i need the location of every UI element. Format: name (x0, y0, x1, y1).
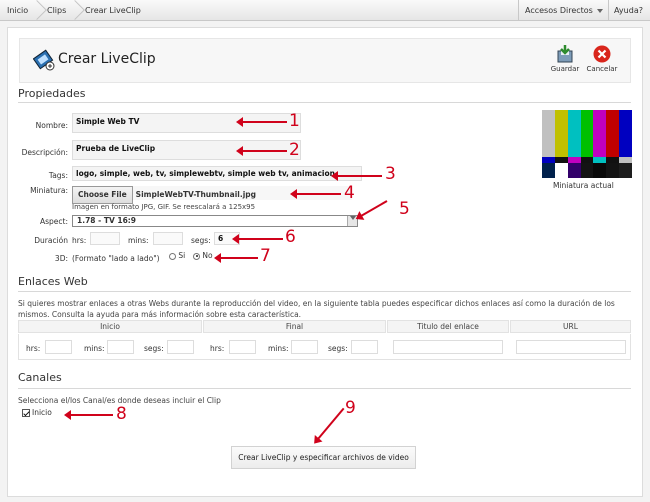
divider (518, 0, 519, 21)
thumbnail-preview (542, 110, 633, 178)
channel-inicio-label: Inicio (32, 408, 52, 417)
top-bar: Inicio Clips Crear LiveClip Accesos Dire… (0, 0, 650, 21)
section-canales: Canales (18, 371, 62, 384)
shortcuts-label: Accesos Directos (525, 6, 593, 15)
aspect-label: Aspect: (39, 217, 68, 226)
segs-label: segs: (191, 236, 211, 245)
col-end: Final (203, 320, 386, 333)
radio-si[interactable]: Si (169, 251, 185, 260)
mins-label: mins: (128, 236, 149, 245)
cancel-icon (593, 45, 611, 63)
help-link[interactable]: Ayuda? (614, 0, 643, 21)
chevron-down-icon (596, 8, 603, 13)
breadcrumb-separator (34, 0, 42, 21)
callout-arrow (290, 189, 341, 199)
divider (18, 388, 631, 389)
radio-no[interactable]: No (193, 251, 213, 260)
col-url: URL (510, 320, 631, 333)
col-start: Inicio (18, 320, 202, 333)
row-mins-label: mins: (268, 344, 289, 353)
file-name: SimpleWebTV-Thumbnail.jpg (135, 190, 257, 199)
duration-label: Duración (34, 236, 68, 245)
three-d-label: 3D: (54, 254, 68, 263)
start-hrs-input[interactable] (45, 340, 72, 354)
callout-number: 8 (116, 404, 127, 424)
mins-input[interactable] (153, 232, 183, 245)
callout-number: 4 (344, 183, 355, 203)
section-enlaces-web: Enlaces Web (18, 275, 88, 288)
callout-arrow (232, 234, 283, 244)
name-field[interactable]: Simple Web TV (72, 113, 301, 133)
thumbnail-caption: Miniatura actual (553, 181, 614, 190)
hrs-label: hrs: (72, 236, 87, 245)
tags-field[interactable]: logo, simple, web, tv, simplewebtv, simp… (72, 166, 362, 181)
callout-number: 5 (399, 199, 410, 219)
callout-number: 1 (289, 111, 300, 131)
film-clip-icon (33, 49, 55, 71)
save-label: Guardar (550, 65, 580, 73)
callout-number: 6 (285, 227, 296, 247)
thumbnail-label: Miniatura: (30, 186, 68, 195)
row-mins-label: mins: (84, 344, 105, 353)
breadcrumb-inicio[interactable]: Inicio (7, 0, 28, 21)
cancel-label: Cancelar (586, 65, 618, 73)
divider (608, 0, 609, 21)
three-d-hint: (Formato "lado a lado") (72, 254, 160, 263)
shortcuts-menu[interactable]: Accesos Directos (525, 0, 603, 21)
section-propiedades: Propiedades (18, 87, 86, 100)
cancel-button[interactable]: Cancelar (584, 45, 620, 73)
links-description: Si quieres mostrar enlaces a otras Webs … (18, 299, 615, 319)
callout-arrow (236, 146, 287, 156)
breadcrumb-clips[interactable]: Clips (47, 0, 66, 21)
callout-number: 2 (289, 140, 300, 160)
end-segs-input[interactable] (351, 340, 378, 354)
callout-arrow (64, 410, 113, 420)
radio-selected-icon (193, 252, 200, 260)
channel-inicio-checkbox[interactable]: Inicio (22, 408, 52, 417)
breadcrumb-separator (72, 0, 80, 21)
col-link-title: Titulo del enlace (387, 320, 509, 333)
save-icon (557, 45, 573, 63)
aspect-select[interactable]: 1.78 - TV 16:9 (72, 215, 358, 227)
start-mins-input[interactable] (107, 340, 134, 354)
callout-number: 7 (260, 246, 271, 266)
radio-no-label: No (202, 251, 213, 260)
divider (18, 102, 631, 103)
page-title: Crear LiveClip (58, 51, 156, 67)
callout-number: 9 (345, 398, 356, 418)
checkbox-checked-icon (22, 409, 30, 417)
name-label: Nombre: (35, 121, 68, 130)
create-liveclip-button[interactable]: Crear LiveClip y especificar archivos de… (231, 446, 416, 469)
url-input[interactable] (516, 340, 626, 354)
radio-icon (169, 252, 176, 260)
breadcrumb-current: Crear LiveClip (85, 6, 141, 15)
end-mins-input[interactable] (291, 340, 318, 354)
description-label: Descripción: (21, 148, 68, 157)
choose-file-button[interactable]: Choose File (72, 186, 133, 204)
link-title-input[interactable] (393, 340, 503, 354)
row-hrs-label: hrs: (210, 344, 225, 353)
save-button[interactable]: Guardar (547, 45, 583, 73)
divider (18, 291, 631, 292)
row-hrs-label: hrs: (26, 344, 41, 353)
tags-label: Tags: (48, 171, 68, 180)
end-hrs-input[interactable] (229, 340, 256, 354)
callout-arrow (331, 171, 382, 181)
row-segs-label: segs: (328, 344, 348, 353)
hrs-input[interactable] (90, 232, 120, 245)
radio-si-label: Si (178, 251, 186, 260)
callout-number: 3 (385, 164, 396, 184)
callout-arrow (236, 117, 287, 127)
aspect-value: 1.78 - TV 16:9 (77, 216, 137, 225)
start-segs-input[interactable] (167, 340, 194, 354)
row-segs-label: segs: (144, 344, 164, 353)
thumbnail-hint: Imagen en formato JPG, GIF. Se reescalar… (72, 203, 256, 211)
callout-arrow (214, 253, 258, 263)
